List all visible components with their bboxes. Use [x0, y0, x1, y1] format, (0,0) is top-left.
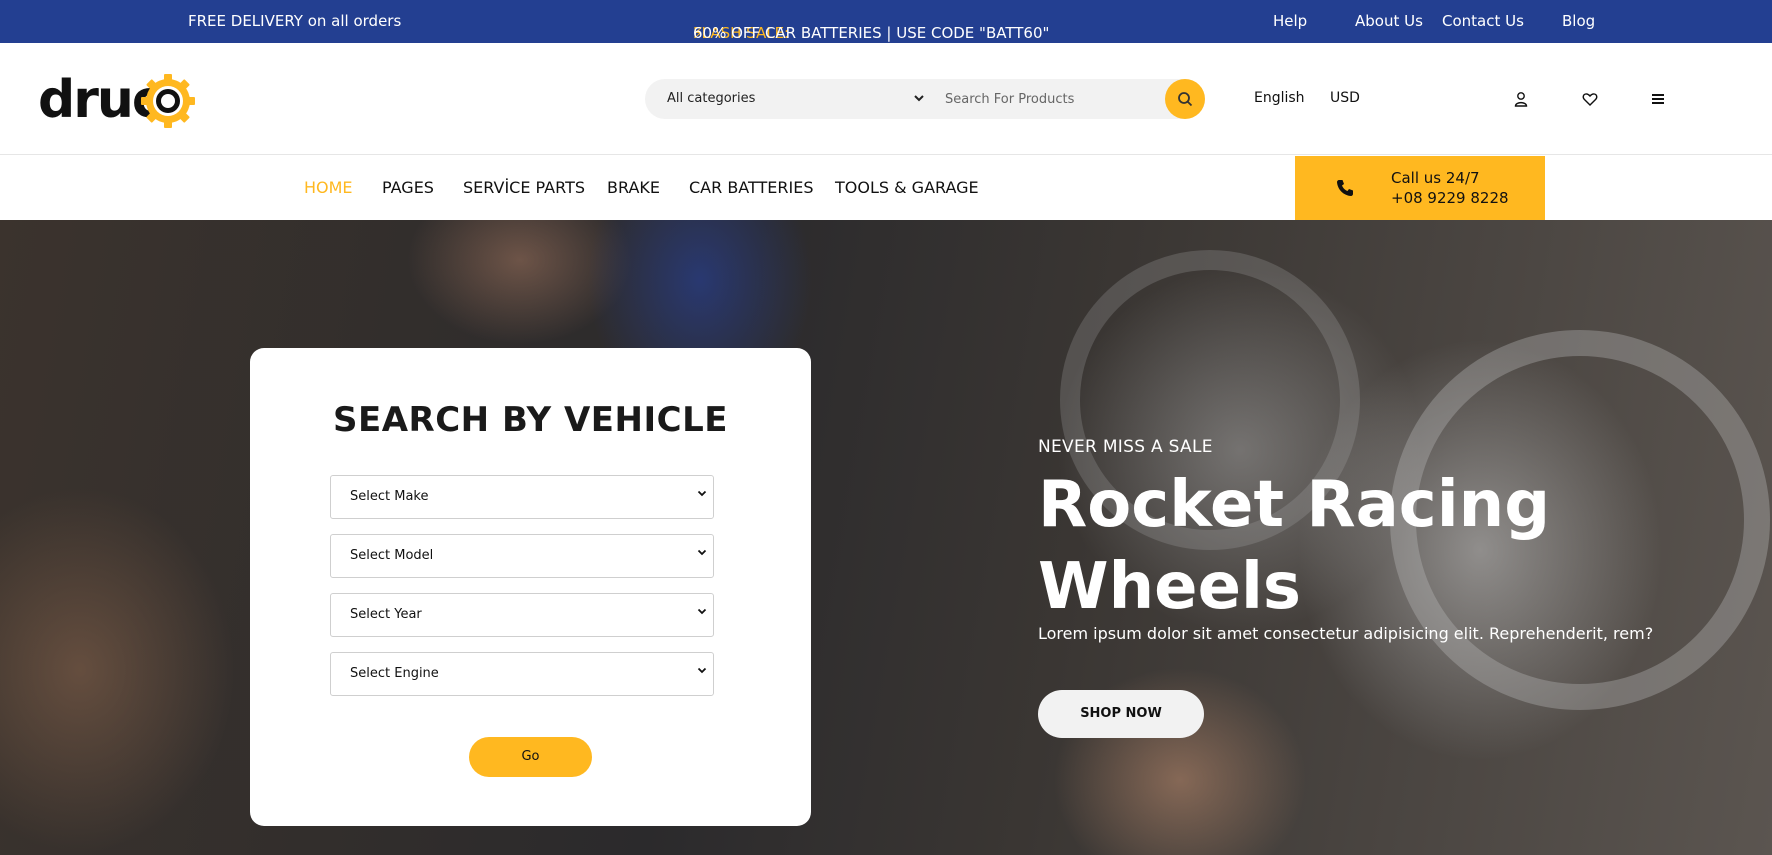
shop-now-button[interactable]: SHOP NOW	[1038, 690, 1204, 738]
nav-item-car-batteries[interactable]: CAR BATTERIES	[689, 178, 813, 197]
language-switcher[interactable]: English	[1254, 90, 1305, 106]
chevron-down-icon	[697, 665, 707, 678]
currency-switcher[interactable]: USD	[1330, 90, 1360, 106]
nav-item-brake[interactable]: BRAKE	[607, 178, 660, 197]
go-button[interactable]: Go	[469, 737, 592, 777]
call-us-number[interactable]: +08 9229 8228	[1391, 189, 1509, 207]
help-link[interactable]: Help	[1273, 12, 1307, 30]
hero-subtitle: Lorem ipsum dolor sit amet consectetur a…	[1038, 624, 1654, 643]
vehicle-search-title: SEARCH BY VEHICLE	[333, 400, 728, 440]
hero-eyebrow: NEVER MISS A SALE	[1038, 437, 1213, 457]
hero-title-line-2: Wheels	[1038, 550, 1301, 624]
select-engine-label: Select Engine	[350, 666, 439, 681]
chevron-down-icon	[697, 547, 707, 560]
search-button[interactable]	[1165, 79, 1205, 119]
hero-banner: SEARCH BY VEHICLE Select Make Select Mod…	[0, 220, 1772, 855]
select-model[interactable]: Select Model	[330, 534, 714, 578]
menu-icon[interactable]	[1648, 89, 1668, 109]
user-icon[interactable]	[1511, 89, 1531, 109]
phone-icon	[1337, 180, 1353, 196]
nav-item-pages[interactable]: PAGES	[382, 178, 434, 197]
nav-item-tools-garage[interactable]: TOOLS & GARAGE	[835, 178, 979, 197]
chevron-down-icon	[697, 488, 707, 501]
product-search-bar: All categories	[645, 79, 1205, 119]
site-header: druc All categories Search For Products …	[0, 43, 1772, 155]
nav-item-home[interactable]: HOME	[304, 178, 353, 197]
select-model-label: Select Model	[350, 548, 434, 563]
select-engine[interactable]: Select Engine	[330, 652, 714, 696]
about-us-link[interactable]: About Us	[1355, 12, 1423, 30]
main-navigation: HOME PAGES SERVİCE PARTS BRAKE CAR BATTE…	[0, 156, 1772, 220]
contact-us-link[interactable]: Contact Us	[1442, 12, 1524, 30]
select-make[interactable]: Select Make	[330, 475, 714, 519]
chevron-down-icon[interactable]	[913, 92, 925, 107]
free-delivery-text: FREE DELIVERY on all orders	[188, 12, 402, 30]
select-year-label: Select Year	[350, 607, 422, 622]
search-input[interactable]	[945, 79, 1145, 119]
top-announcement-bar: FREE DELIVERY on all orders ⚡ FLASH SALE:…	[0, 0, 1772, 43]
call-us-box[interactable]: Call us 24/7 +08 9229 8228	[1295, 156, 1545, 220]
chevron-down-icon	[697, 606, 707, 619]
category-select[interactable]: All categories	[667, 79, 755, 119]
gear-logo-icon	[141, 74, 195, 128]
vehicle-search-card: SEARCH BY VEHICLE Select Make Select Mod…	[250, 348, 811, 826]
heart-icon[interactable]	[1580, 89, 1600, 109]
blog-link[interactable]: Blog	[1562, 12, 1595, 30]
search-icon	[1178, 92, 1193, 107]
hero-title: Rocket Racing Wheels	[1038, 464, 1550, 628]
nav-item-service-parts[interactable]: SERVİCE PARTS	[463, 178, 585, 197]
hero-title-line-1: Rocket Racing	[1038, 468, 1551, 542]
select-make-label: Select Make	[350, 489, 429, 504]
druco-logo[interactable]: druc	[36, 69, 195, 131]
select-year[interactable]: Select Year	[330, 593, 714, 637]
flash-sale-text: 60% OFF CAR BATTERIES | USE CODE "BATT60…	[693, 24, 1050, 42]
call-us-label: Call us 24/7	[1391, 169, 1480, 187]
